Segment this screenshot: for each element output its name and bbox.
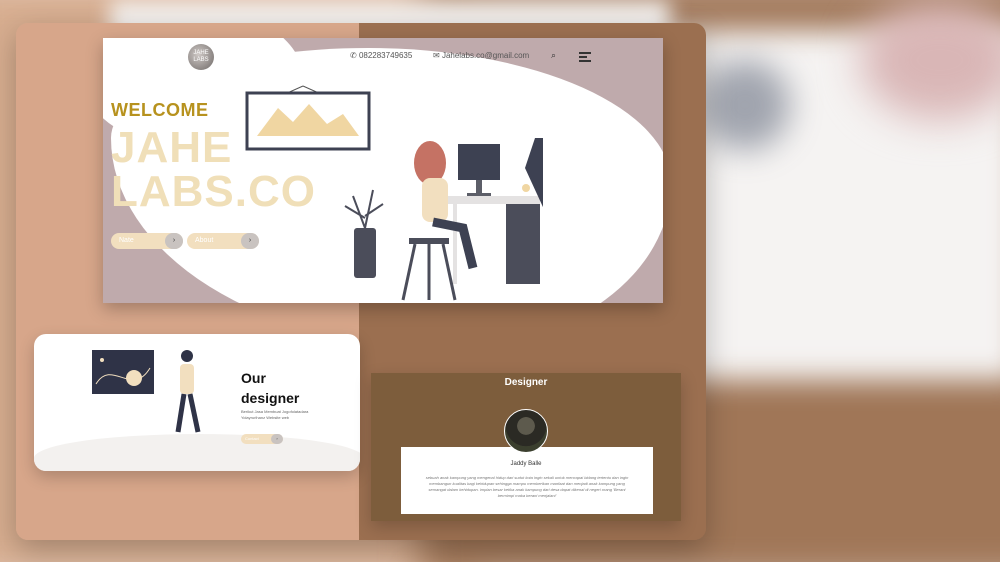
hero-section: JAHE LABS ✆ 082283749635 ✉ Jahelabs.co@g… [103, 38, 663, 303]
phone-icon: ✆ [350, 51, 357, 60]
designer-bio: sebuah anak kampung yang mengenal hidup … [425, 475, 629, 498]
arrow-right-icon: › [271, 434, 283, 444]
welcome-heading: WELCOME [111, 100, 209, 120]
contact-button[interactable]: Contact › [241, 434, 283, 444]
mail-icon: ✉ [433, 51, 440, 60]
nate-button[interactable]: Nate › [111, 233, 183, 249]
office-illustration [245, 85, 543, 301]
designer-illustration [92, 350, 201, 433]
menu-icon[interactable] [579, 52, 591, 64]
phone-number: 082283749635 [358, 51, 413, 60]
our-designer-description: Berikut Jasa Membuat Jogofolatadara Yola… [241, 409, 309, 420]
email-contact[interactable]: ✉ Jahelabs.co@gmail.com [433, 51, 529, 60]
email-address: Jahelabs.co@gmail.com [441, 51, 530, 60]
designer-name: Jaddy Balle [510, 461, 542, 467]
search-icon[interactable]: ⌕ [551, 50, 556, 61]
logo[interactable]: JAHE LABS [188, 44, 214, 70]
our-designer-card: Our designer Berikut Jasa Membuat Jogofo… [34, 334, 360, 471]
arrow-right-icon: › [165, 233, 183, 249]
designer-profile-panel: Designer Jaddy Balle sebuah anak kampung… [371, 373, 681, 521]
phone-contact[interactable]: ✆ 082283749635 [350, 51, 412, 60]
avatar[interactable] [504, 409, 548, 453]
designer-panel-title: Designer [504, 377, 548, 388]
our-designer-title: Our designer [241, 370, 300, 406]
